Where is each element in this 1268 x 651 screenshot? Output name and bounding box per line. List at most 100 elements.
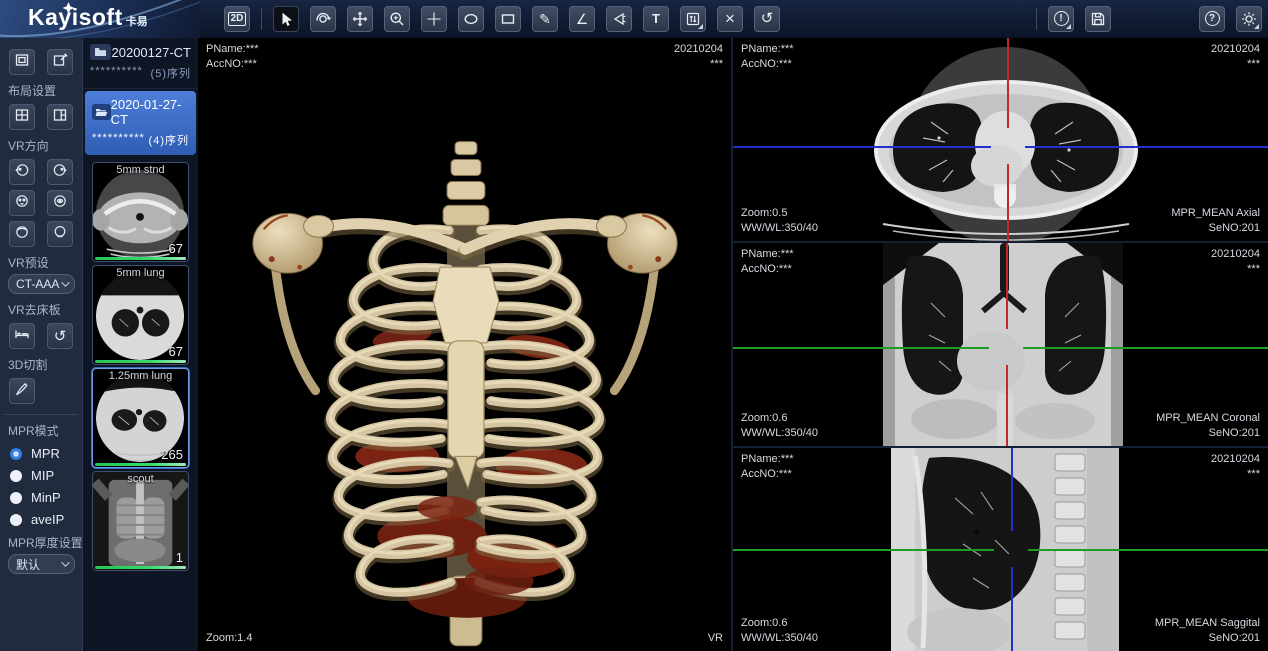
thumbnail-label: scout xyxy=(93,473,188,485)
crosshair-horizontal-blue[interactable] xyxy=(733,146,991,148)
crosshair-vertical-red[interactable] xyxy=(1006,243,1008,329)
settings-button[interactable] xyxy=(1236,6,1262,32)
text-tool-button[interactable]: T xyxy=(643,6,669,32)
crosshair-vertical-red[interactable] xyxy=(1007,38,1009,128)
layout-1-2-button[interactable] xyxy=(47,104,73,130)
reset-icon: ↺ xyxy=(54,327,67,345)
mpr-coronal-viewport[interactable]: PName:*** AccNO:*** 20210204 *** Zoom:0.… xyxy=(733,243,1268,446)
zoom-tool-button[interactable] xyxy=(384,6,410,32)
study-patient-masked: ********** xyxy=(92,132,145,148)
pan-tool-button[interactable] xyxy=(347,6,373,32)
mpr-mode-radio-minp[interactable]: MinP xyxy=(10,490,82,505)
measure-tool-button[interactable]: ✎ xyxy=(532,6,558,32)
delete-annotation-button[interactable]: × xyxy=(717,6,743,32)
vr-orient-posterior-button[interactable] xyxy=(47,190,73,216)
crosshair-vertical-red[interactable] xyxy=(1006,365,1008,446)
head-top-icon xyxy=(14,224,30,245)
cursor-tool-button[interactable] xyxy=(273,6,299,32)
series-thumbnail-5mm-lung[interactable]: 5mm lung 67 xyxy=(92,265,189,365)
crosshair-horizontal-green[interactable] xyxy=(1028,549,1268,551)
layout-edit-icon xyxy=(52,52,68,73)
window-level-tool-button[interactable] xyxy=(680,6,706,32)
mpr-column: PName:*** AccNO:*** 20210204 *** Zoom:0.… xyxy=(733,38,1268,651)
head-bottom-icon xyxy=(52,224,68,245)
remove-bed-button[interactable] xyxy=(9,323,35,349)
thumbnail-image-count: 67 xyxy=(169,241,183,256)
vr-orient-inferior-button[interactable] xyxy=(47,221,73,247)
vr-orient-right-button[interactable] xyxy=(47,159,73,185)
layout-2x2-button[interactable] xyxy=(9,104,35,130)
scalpel-button[interactable] xyxy=(9,378,35,404)
thumbnail-loaded-bar xyxy=(95,463,186,466)
pencil-icon: ✎ xyxy=(539,12,551,26)
angle-icon: ∠ xyxy=(576,12,589,26)
layout-single-button[interactable] xyxy=(9,49,35,75)
cursor-icon xyxy=(278,11,294,27)
rectangle-tool-button[interactable] xyxy=(495,6,521,32)
mpr-mode-label: MPR模式 xyxy=(8,422,82,439)
mpr-thickness-select[interactable]: 默认 xyxy=(8,554,75,574)
layout-single-icon xyxy=(14,52,30,73)
left-sidebar: 布局设置 VR方向 xyxy=(0,38,83,651)
radio-dot-selected xyxy=(10,448,22,460)
crosshair-vertical-blue[interactable] xyxy=(1011,567,1013,651)
study-item-1[interactable]: 20200127-CT ********** (5)序列 xyxy=(83,38,198,89)
toolbar-right-group: ? xyxy=(1199,6,1262,32)
crosshair-horizontal-blue[interactable] xyxy=(1025,146,1268,148)
layout-custom-button[interactable] xyxy=(47,49,73,75)
thumbnail-image xyxy=(93,472,188,570)
series-thumbnail-5mm-stnd[interactable]: 5mm stnd 67 xyxy=(92,162,189,262)
crosshair-vertical-blue[interactable] xyxy=(1011,448,1013,531)
series-thumbnail-scout[interactable]: scout 1 xyxy=(92,471,189,571)
toolbar-middle-group: ! xyxy=(1036,6,1111,32)
vr-orient-superior-button[interactable] xyxy=(9,221,35,247)
mpr-thickness-value: 默认 xyxy=(16,556,40,573)
vr-preset-select[interactable]: CT-AAA xyxy=(8,274,75,294)
vr-ribcage-rendering xyxy=(198,38,731,649)
crosshair-vertical-red[interactable] xyxy=(1007,164,1009,241)
logo-text-cn: 卡易 xyxy=(126,13,148,29)
radio-dot xyxy=(10,470,22,482)
layout-1-2-icon xyxy=(52,107,68,128)
series-thumbnail-1-25mm-lung[interactable]: 1.25mm lung 265 xyxy=(92,368,189,468)
mpr-sagittal-viewport[interactable]: PName:*** AccNO:*** 20210204 *** Zoom:0.… xyxy=(733,448,1268,651)
mpr-mode-radio-mpr[interactable]: MPR xyxy=(10,446,82,461)
pan-icon xyxy=(352,11,368,27)
bed-reset-button[interactable]: ↺ xyxy=(47,323,73,349)
toolbar-left-group: 2D xyxy=(224,6,780,32)
zoom-in-icon xyxy=(389,11,405,27)
rotate-3d-tool-button[interactable] xyxy=(310,6,336,32)
mode-2d-button[interactable]: 2D xyxy=(224,6,250,32)
radio-label: aveIP xyxy=(31,512,64,527)
vr-orient-anterior-button[interactable] xyxy=(9,190,35,216)
vr-3d-viewport[interactable]: PName:*** AccNO:*** 20210204 *** Zoom:1.… xyxy=(198,38,733,651)
study-item-2-selected[interactable]: 2020-01-27-CT ********** (4)序列 xyxy=(85,91,196,155)
app-logo: Kayisoft 卡易 xyxy=(0,0,200,38)
text-tool-icon: T xyxy=(652,12,660,25)
mpr-mode-radio-mip[interactable]: MIP xyxy=(10,468,82,483)
head-right-icon xyxy=(52,162,68,183)
thumbnail-list: 5mm stnd 67 xyxy=(83,155,198,571)
crosshair-tool-button[interactable] xyxy=(421,6,447,32)
angle-tool-button[interactable]: ∠ xyxy=(569,6,595,32)
probe-tool-button[interactable] xyxy=(606,6,632,32)
report-info-button[interactable]: ! xyxy=(1048,6,1074,32)
mpr-mode-radio-aveip[interactable]: aveIP xyxy=(10,512,82,527)
vr-orient-left-button[interactable] xyxy=(9,159,35,185)
rectangle-icon xyxy=(500,11,516,27)
reset-view-button[interactable]: ↺ xyxy=(754,6,780,32)
ellipse-tool-button[interactable] xyxy=(458,6,484,32)
reset-icon: ↺ xyxy=(761,11,774,26)
crosshair-horizontal-green[interactable] xyxy=(733,347,989,349)
mpr-axial-viewport[interactable]: PName:*** AccNO:*** 20210204 *** Zoom:0.… xyxy=(733,38,1268,241)
scalpel-icon xyxy=(14,381,30,402)
crosshair-horizontal-green[interactable] xyxy=(1023,347,1268,349)
mode-2d-icon: 2D xyxy=(228,12,247,26)
help-button[interactable]: ? xyxy=(1199,6,1225,32)
toolbar-divider xyxy=(261,8,262,30)
crosshair-horizontal-green[interactable] xyxy=(733,549,994,551)
save-button[interactable] xyxy=(1085,6,1111,32)
thumbnail-label: 5mm stnd xyxy=(93,164,188,176)
folder-closed-icon xyxy=(90,44,111,60)
study-series-count: (4)序列 xyxy=(149,132,189,148)
